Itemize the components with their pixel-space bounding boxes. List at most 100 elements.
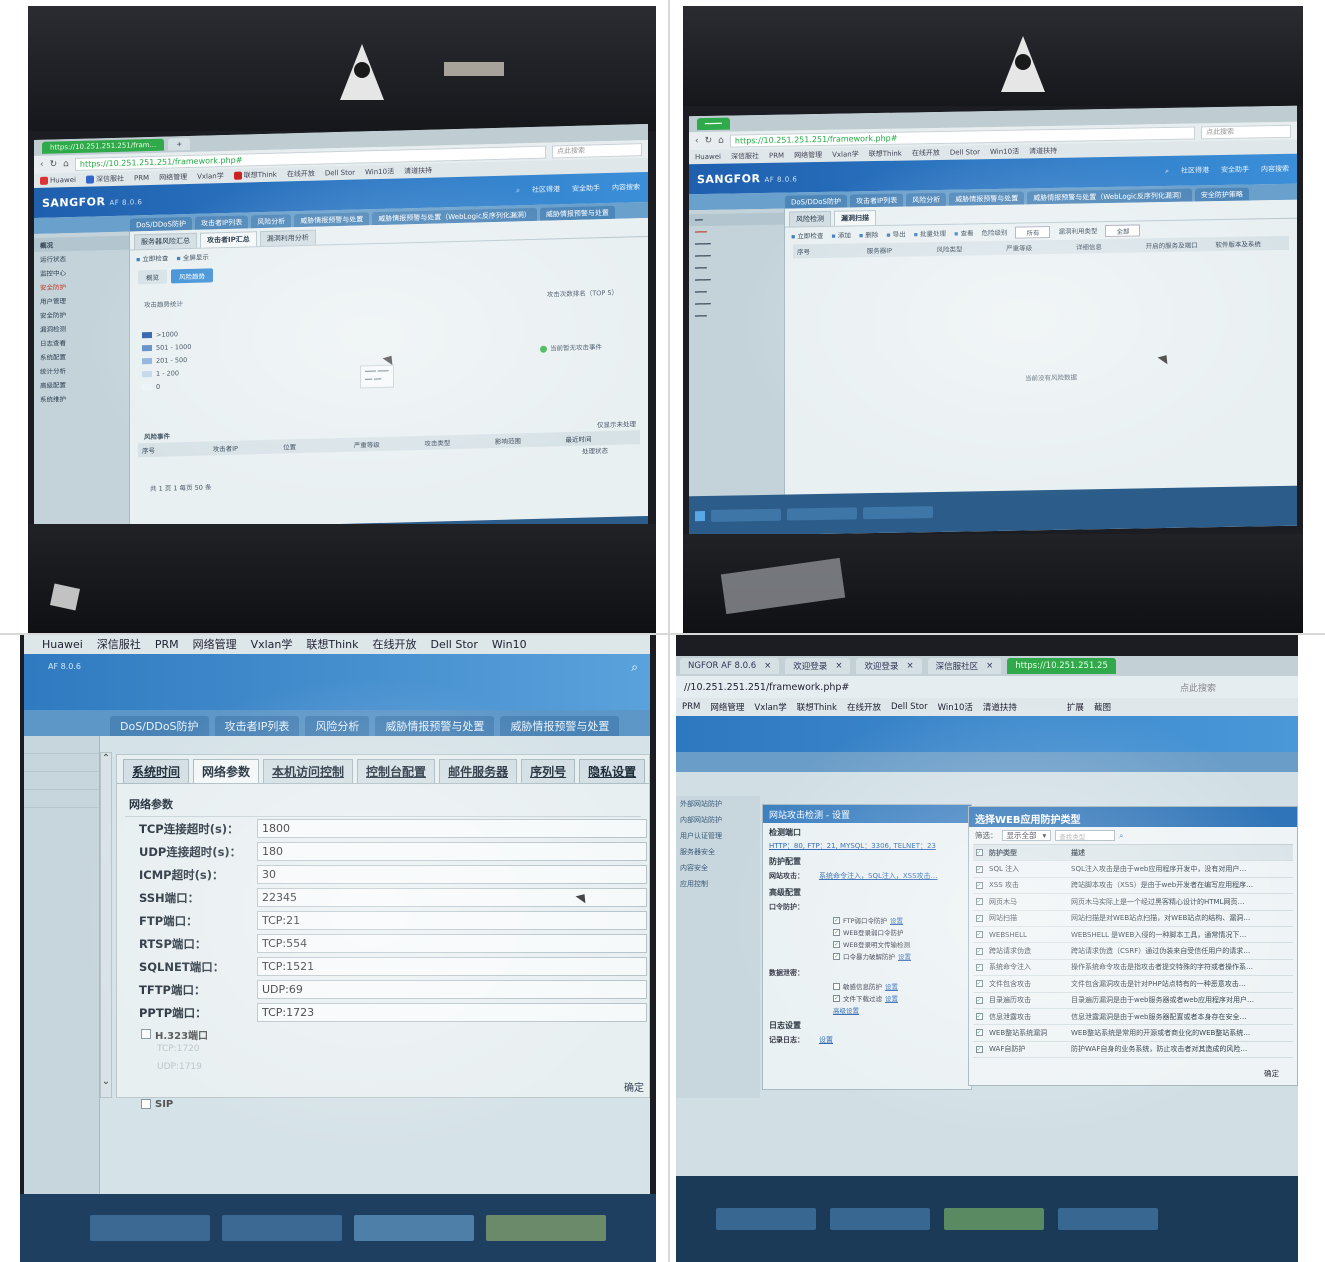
- header-menu[interactable]: 内容搜索: [1261, 164, 1289, 174]
- checkbox[interactable]: [141, 1099, 151, 1109]
- module-tab[interactable]: 威胁情报预警与处置: [375, 716, 495, 736]
- home-icon[interactable]: ⌂: [63, 159, 69, 169]
- taskbar-item[interactable]: [863, 506, 933, 520]
- setting-link[interactable]: 设置: [890, 915, 903, 925]
- taskbar-item[interactable]: [716, 1208, 816, 1230]
- taskbar-item[interactable]: [787, 507, 857, 521]
- new-tab-button[interactable]: +: [168, 137, 191, 151]
- windows-icon[interactable]: [695, 511, 705, 522]
- sidebar-item[interactable]: 用户认证管理: [676, 828, 760, 844]
- reload-icon[interactable]: ↻: [50, 159, 58, 169]
- sidebar-item[interactable]: 服务器安全: [676, 844, 760, 860]
- grid-col[interactable]: 开启的服务及端口: [1146, 239, 1216, 250]
- browser-tab-active[interactable]: https://10.251.251.25: [1007, 658, 1116, 674]
- risk-filter-select[interactable]: 所有: [1015, 225, 1051, 239]
- sub-tab[interactable]: 风险检测: [789, 210, 831, 227]
- checkbox[interactable]: ✓: [975, 996, 983, 1004]
- taskbar-item[interactable]: [830, 1208, 930, 1230]
- scroll-down[interactable]: ⌄: [100, 1076, 112, 1098]
- grid-col[interactable]: 最近时间: [565, 432, 636, 444]
- table-row[interactable]: ✓ WEB整站系统漏洞 WEB整站系统是常用的开源或者商业化的WEB整站系统…: [973, 1025, 1293, 1042]
- bookmark-item[interactable]: Huawei: [42, 638, 83, 651]
- tab-system-time[interactable]: 系统时间: [123, 759, 190, 783]
- bookmark-item[interactable]: 截图: [1094, 701, 1111, 713]
- home-icon[interactable]: ⌂: [718, 136, 724, 146]
- checkbox-row[interactable]: ✓ WEB登录弱口令防护: [763, 926, 971, 938]
- tab-network-params[interactable]: 网络参数: [193, 759, 260, 783]
- type-filter-select[interactable]: 全部: [1105, 224, 1141, 238]
- module-tab[interactable]: 威胁情报预警与处置: [500, 716, 620, 736]
- checkbox[interactable]: ✓: [833, 940, 840, 948]
- table-row[interactable]: ✓ 网站扫描 网站扫描是对WEB站点扫描，对WEB站点的结构、漏洞…: [973, 911, 1293, 927]
- bookmark-item[interactable]: PRM: [155, 638, 179, 651]
- grid-col[interactable]: 软件版本及系统: [1215, 238, 1285, 249]
- pptp-port-input[interactable]: TCP:1723: [257, 1003, 647, 1022]
- grid-col[interactable]: 服务器IP: [867, 244, 937, 255]
- bookmark-item[interactable]: 在线开放: [373, 636, 417, 652]
- checkbox[interactable]: ✓: [975, 963, 983, 971]
- bookmark-item[interactable]: Dell Stor: [325, 169, 355, 178]
- search-icon[interactable]: ⌕: [631, 660, 638, 675]
- taskbar-item[interactable]: [90, 1215, 210, 1241]
- search-input[interactable]: 点此搜索: [552, 142, 642, 158]
- check-button[interactable]: 立即检查: [136, 253, 168, 264]
- sip-checkbox-row[interactable]: SIP: [117, 1094, 649, 1114]
- bookmark-item[interactable]: Vxlan学: [754, 701, 786, 713]
- table-row[interactable]: ✓ XSS 攻击 跨站脚本攻击（XSS）是由于web开发者在编写应用程序…: [973, 878, 1293, 895]
- bookmark-item[interactable]: Dell Stor: [431, 638, 478, 651]
- tcp-timeout-input[interactable]: 1800: [257, 819, 647, 838]
- checkbox[interactable]: ✓: [833, 994, 840, 1002]
- bookmark-item[interactable]: 联想Think: [797, 701, 837, 713]
- table-row[interactable]: ✓ 信息泄露攻击 信息泄露漏洞是由于web服务器配置或者本身存在安全…: [973, 1009, 1293, 1026]
- taskbar-item[interactable]: [1058, 1208, 1158, 1230]
- h323-checkbox-row[interactable]: H.323端口: [117, 1024, 649, 1044]
- bookmark-item[interactable]: 网络管理: [794, 150, 822, 160]
- ports-link[interactable]: HTTP：80, FTP：21, MYSQL：3306, TELNET：23: [763, 840, 971, 852]
- bookmark-item[interactable]: 联想Think: [869, 149, 902, 160]
- checkbox[interactable]: ✓: [833, 952, 840, 960]
- bookmark-item[interactable]: PRM: [769, 152, 784, 160]
- bookmark-item[interactable]: Vxlan学: [832, 149, 859, 159]
- module-tab[interactable]: 风险分析: [305, 716, 370, 736]
- bookmark-item[interactable]: Win10活: [990, 147, 1019, 158]
- checkbox[interactable]: [141, 1029, 151, 1039]
- sidebar-item[interactable]: 系统维护: [34, 390, 129, 406]
- module-tab[interactable]: DoS/DDoS防护: [785, 194, 847, 209]
- bookmark-item[interactable]: 清道扶持: [983, 701, 1017, 713]
- bookmark-item[interactable]: PRM: [682, 702, 700, 712]
- close-icon[interactable]: ×: [764, 661, 771, 671]
- search-icon[interactable]: ⌕: [1119, 831, 1123, 841]
- toolbar-button[interactable]: 查看: [954, 227, 973, 239]
- bookmark-item[interactable]: 清道扶持: [1029, 146, 1057, 156]
- module-tab[interactable]: 风险分析: [906, 192, 947, 207]
- popup-confirm-button[interactable]: 确定: [1264, 1068, 1279, 1079]
- bookmark-item[interactable]: Vxlan学: [197, 171, 224, 182]
- select-all-checkbox[interactable]: ✓: [975, 849, 983, 857]
- taskbar-item[interactable]: [486, 1215, 606, 1241]
- bookmark-item[interactable]: 在线开放: [847, 701, 881, 713]
- browser-tab[interactable]: https://10.251.251.251/fram...: [42, 138, 165, 154]
- table-row[interactable]: ✓ SQL 注入 SQL注入攻击是由于web应用程序开发中，没有对用户…: [973, 861, 1293, 878]
- browser-tab[interactable]: 深信服社区 ×: [927, 658, 1002, 674]
- tab-serial[interactable]: 序列号: [521, 759, 576, 783]
- checkbox-row[interactable]: ✓ 文件下载过滤 设置: [763, 992, 971, 1004]
- bookmark-item[interactable]: 联想Think: [233, 170, 277, 181]
- sidebar-item[interactable]: 应用控制: [676, 876, 760, 892]
- browser-tab[interactable]: ━━━━: [697, 117, 730, 131]
- browser-tab[interactable]: 欢迎登录 ×: [785, 658, 851, 674]
- unprocessed-filter[interactable]: 仅显示未处理: [597, 418, 636, 429]
- confirm-button[interactable]: 确定: [624, 1079, 644, 1094]
- toolbar-button[interactable]: 导出: [886, 229, 906, 241]
- checkbox[interactable]: ✓: [975, 1045, 983, 1053]
- address-input[interactable]: //10.251.251.251/framework.php#: [684, 682, 1172, 693]
- grid-col[interactable]: 序号: [797, 245, 867, 256]
- back-icon[interactable]: ‹: [695, 136, 699, 146]
- toolbar-button[interactable]: 添加: [831, 229, 851, 241]
- search-input[interactable]: 点此搜索: [1180, 681, 1290, 694]
- filter-select[interactable]: 显示全部 ▾: [1001, 830, 1052, 841]
- setting-link[interactable]: 设置: [885, 993, 898, 1003]
- bookmark-item[interactable]: 网络管理: [710, 701, 744, 713]
- bookmark-item[interactable]: 在线开放: [287, 169, 315, 180]
- bookmark-item[interactable]: 联想Think: [306, 636, 358, 652]
- table-row[interactable]: ✓ 文件包含攻击 文件包含漏洞攻击是针对PHP站点特有的一种恶意攻击…: [973, 976, 1293, 993]
